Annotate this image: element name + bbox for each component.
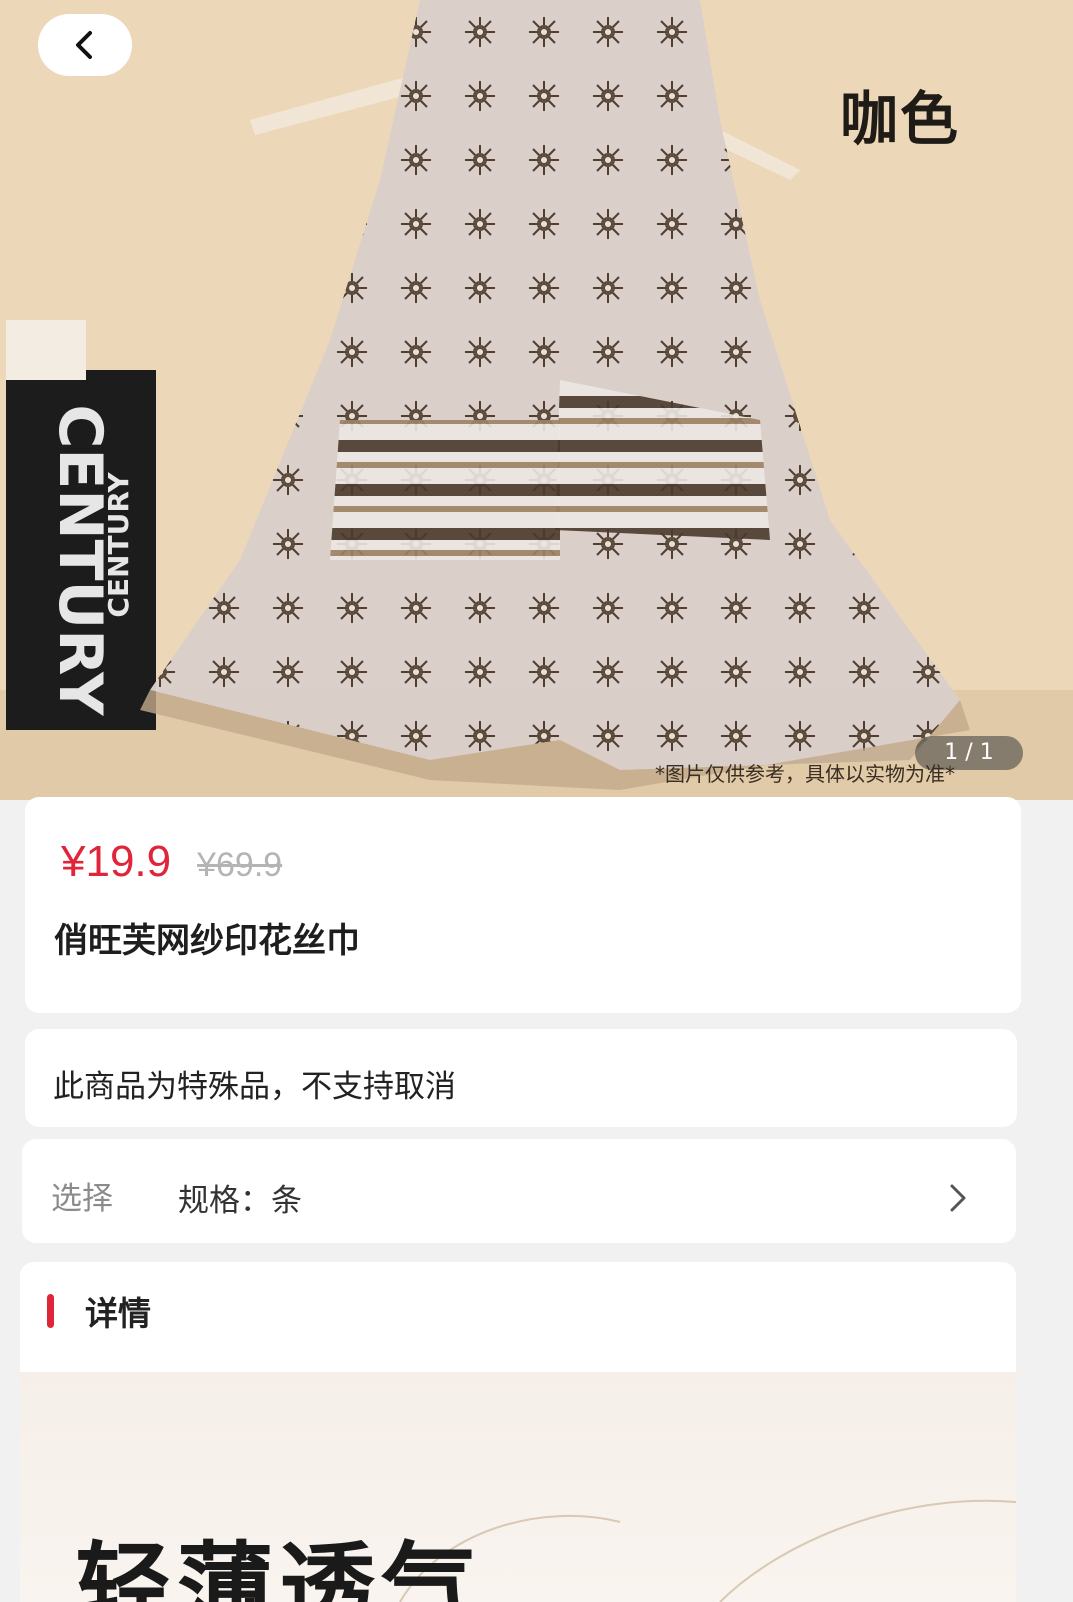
book-spine-small: CENTURY (102, 472, 135, 618)
photo-disclaimer: *图片仅供参考，具体以实物为准* (655, 762, 955, 786)
section-accent-bar (47, 1294, 54, 1328)
back-button[interactable] (38, 14, 132, 76)
price-row: ¥19.9 ¥69.9 (61, 837, 282, 887)
notice-card: 此商品为特殊品，不支持取消 (25, 1029, 1017, 1127)
spec-select-row[interactable]: 选择 规格：条 (22, 1139, 1016, 1243)
select-label: 选择 (51, 1181, 113, 1217)
current-price: ¥19.9 (61, 837, 172, 886)
product-photo[interactable]: CENTURY CENTURY 咖色 1 / 1 *图片仅供参考，具体以实物为准… (0, 0, 1073, 800)
detail-banner-image: 轻薄透气 (20, 1372, 1016, 1602)
price-card: ¥19.9 ¥69.9 俏旺芙网纱印花丝巾 (25, 797, 1021, 1013)
non-cancellable-notice: 此商品为特殊品，不支持取消 (53, 1069, 456, 1105)
product-title: 俏旺芙网纱印花丝巾 (54, 921, 360, 961)
color-variant-label: 咖色 (840, 85, 961, 153)
details-title: 详情 (85, 1294, 151, 1333)
product-detail-page: CENTURY CENTURY 咖色 1 / 1 *图片仅供参考，具体以实物为准… (0, 0, 1073, 1602)
chevron-right-icon (950, 1184, 966, 1212)
selected-spec: 规格：条 (178, 1183, 302, 1219)
details-section: 详情 轻薄透气 (20, 1262, 1016, 1602)
original-price: ¥69.9 (197, 846, 283, 884)
chevron-left-icon (76, 31, 92, 59)
details-header: 详情 (47, 1287, 151, 1335)
banner-headline: 轻薄透气 (75, 1532, 483, 1602)
